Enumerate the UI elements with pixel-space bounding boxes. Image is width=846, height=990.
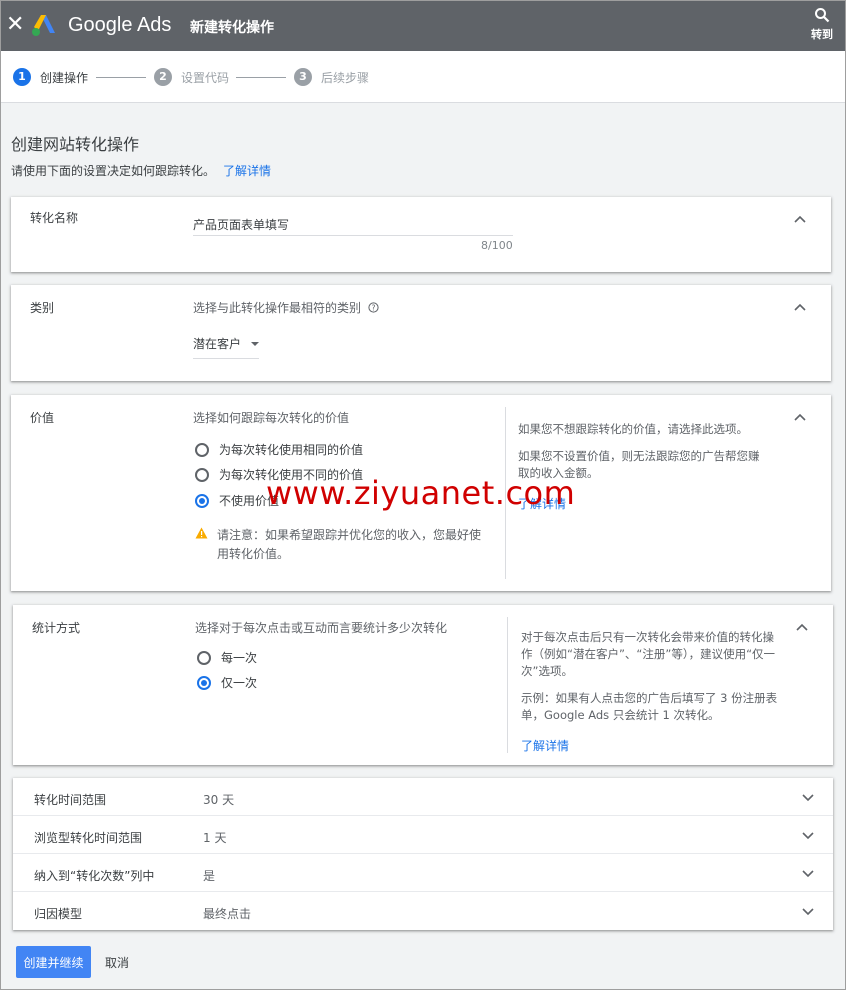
category-hint: 选择与此转化操作最相符的类别 ? [193, 299, 379, 316]
chevron-up-icon[interactable] [793, 302, 807, 312]
radio-label: 为每次转化使用相同的价值 [219, 443, 364, 457]
count-side-text-2: 示例：如果有人点击您的广告后填写了 3 份注册表单，Google Ads 只会统… [521, 691, 778, 722]
radio-same-value[interactable]: 为每次转化使用相同的价值 [195, 441, 363, 458]
help-circle-icon[interactable]: ? [368, 302, 379, 313]
radio-button[interactable] [195, 442, 209, 457]
page-description-text: 请使用下面的设置决定如何跟踪转化。 [11, 164, 216, 178]
row-label: 浏览型转化时间范围 [34, 831, 143, 845]
chevron-down-icon[interactable] [801, 831, 815, 841]
warning-text: 请注意：如果希望跟踪并优化您的收入，您最好使用转化价值。 [217, 528, 482, 561]
svg-text:?: ? [371, 303, 375, 312]
row-value: 是 [203, 869, 216, 883]
learn-more-link[interactable]: 了解详情 [223, 164, 271, 178]
row-value: 30 天 [203, 793, 235, 807]
watermark-text: www.ziyuanet.com [266, 474, 576, 512]
radio-button[interactable] [197, 650, 211, 665]
step-create: 1 创建操作 [13, 68, 88, 86]
radio-every[interactable]: 每一次 [197, 649, 257, 666]
value-warning: 请注意：如果希望跟踪并优化您的收入，您最好使用转化价值。 [195, 526, 487, 564]
radio-one[interactable]: 仅一次 [197, 674, 257, 691]
row-label: 归因模型 [34, 907, 83, 921]
radio-label: 每一次 [221, 651, 258, 665]
chevron-down-icon[interactable] [801, 869, 815, 879]
radio-button[interactable] [195, 467, 209, 482]
goto-label: 转到 [811, 28, 833, 41]
row-value: 1 天 [203, 831, 227, 845]
category-label: 类别 [30, 301, 55, 315]
step-next-steps: 3 后续步骤 [294, 68, 369, 86]
category-dropdown[interactable]: 潜在客户 [193, 335, 260, 359]
stepper: 1 创建操作 2 设置代码 3 后续步骤 [1, 51, 845, 103]
category-hint-text: 选择与此转化操作最相符的类别 [193, 301, 362, 315]
step-number: 2 [154, 68, 172, 86]
count-card: 统计方式 选择对于每次点击或互动而言要统计多少次转化 每一次 仅一次 对于每次点… [13, 605, 833, 765]
count-learn-more-link[interactable]: 了解详情 [521, 737, 569, 754]
row-attribution-model[interactable]: 归因模型 最终点击 [13, 892, 833, 930]
step-label: 后续步骤 [321, 70, 370, 85]
page-title: 创建网站转化操作 [11, 135, 140, 154]
row-label: 纳入到“转化次数”列中 [34, 869, 155, 883]
conversion-name-input[interactable]: 产品页面表单填写 [193, 216, 289, 233]
category-selected: 潜在客户 [193, 337, 242, 351]
close-icon[interactable]: ✕ [6, 12, 24, 38]
count-label: 统计方式 [32, 621, 81, 635]
step-number: 1 [13, 68, 31, 86]
chevron-up-icon[interactable] [795, 622, 809, 632]
step-number: 3 [294, 68, 312, 86]
radio-button-checked[interactable] [197, 675, 211, 690]
chevron-down-icon[interactable] [801, 793, 815, 803]
side-divider [507, 617, 508, 753]
row-include-in-conversions[interactable]: 纳入到“转化次数”列中 是 [13, 854, 833, 892]
step-setup-code: 2 设置代码 [154, 68, 229, 86]
step-label: 创建操作 [40, 70, 89, 85]
step-connector [236, 77, 286, 78]
count-side-text-1: 对于每次点击后只有一次转化会带来价值的转化操作（例如“潜在客户”、“注册”等），… [521, 630, 776, 678]
page-description: 请使用下面的设置决定如何跟踪转化。 了解详情 [11, 162, 271, 179]
search-icon [815, 8, 830, 23]
brand-name: Google Ads [68, 14, 172, 36]
warning-icon [195, 527, 208, 539]
char-counter: 8/100 [481, 239, 513, 252]
category-card: 类别 选择与此转化操作最相符的类别 ? 潜在客户 [11, 285, 831, 381]
row-view-through-window[interactable]: 浏览型转化时间范围 1 天 [13, 816, 833, 854]
chevron-up-icon[interactable] [793, 412, 807, 422]
step-connector [96, 77, 146, 78]
row-conversion-window[interactable]: 转化时间范围 30 天 [13, 778, 833, 816]
top-app-bar: ✕ Google Ads 新建转化操作 转到 [1, 1, 845, 51]
goto-button[interactable]: 转到 [807, 7, 837, 42]
row-value: 最终点击 [203, 907, 252, 921]
dropdown-arrow-icon [251, 341, 260, 346]
settings-rows-card: 转化时间范围 30 天 浏览型转化时间范围 1 天 纳入到“转化次数”列中 是 … [13, 778, 833, 930]
chevron-up-icon[interactable] [793, 214, 807, 224]
value-hint: 选择如何跟踪每次转化的价值 [193, 411, 350, 425]
create-and-continue-button[interactable]: 创建并继续 [16, 946, 91, 978]
input-underline [193, 235, 513, 236]
step-label: 设置代码 [181, 70, 230, 85]
radio-label: 仅一次 [221, 676, 258, 690]
radio-button-checked[interactable] [195, 493, 209, 508]
conversion-name-label: 转化名称 [30, 211, 79, 225]
page-header-title: 新建转化操作 [190, 20, 274, 36]
count-hint: 选择对于每次点击或互动而言要统计多少次转化 [195, 621, 448, 635]
conversion-name-card: 转化名称 产品页面表单填写 8/100 [11, 197, 831, 272]
cancel-button[interactable]: 取消 [105, 954, 129, 971]
value-side-text-1: 如果您不想跟踪转化的价值，请选择此选项。 [518, 422, 748, 436]
row-label: 转化时间范围 [34, 793, 107, 807]
google-ads-logo [32, 15, 55, 36]
chevron-down-icon[interactable] [801, 907, 815, 917]
value-label: 价值 [30, 411, 55, 425]
